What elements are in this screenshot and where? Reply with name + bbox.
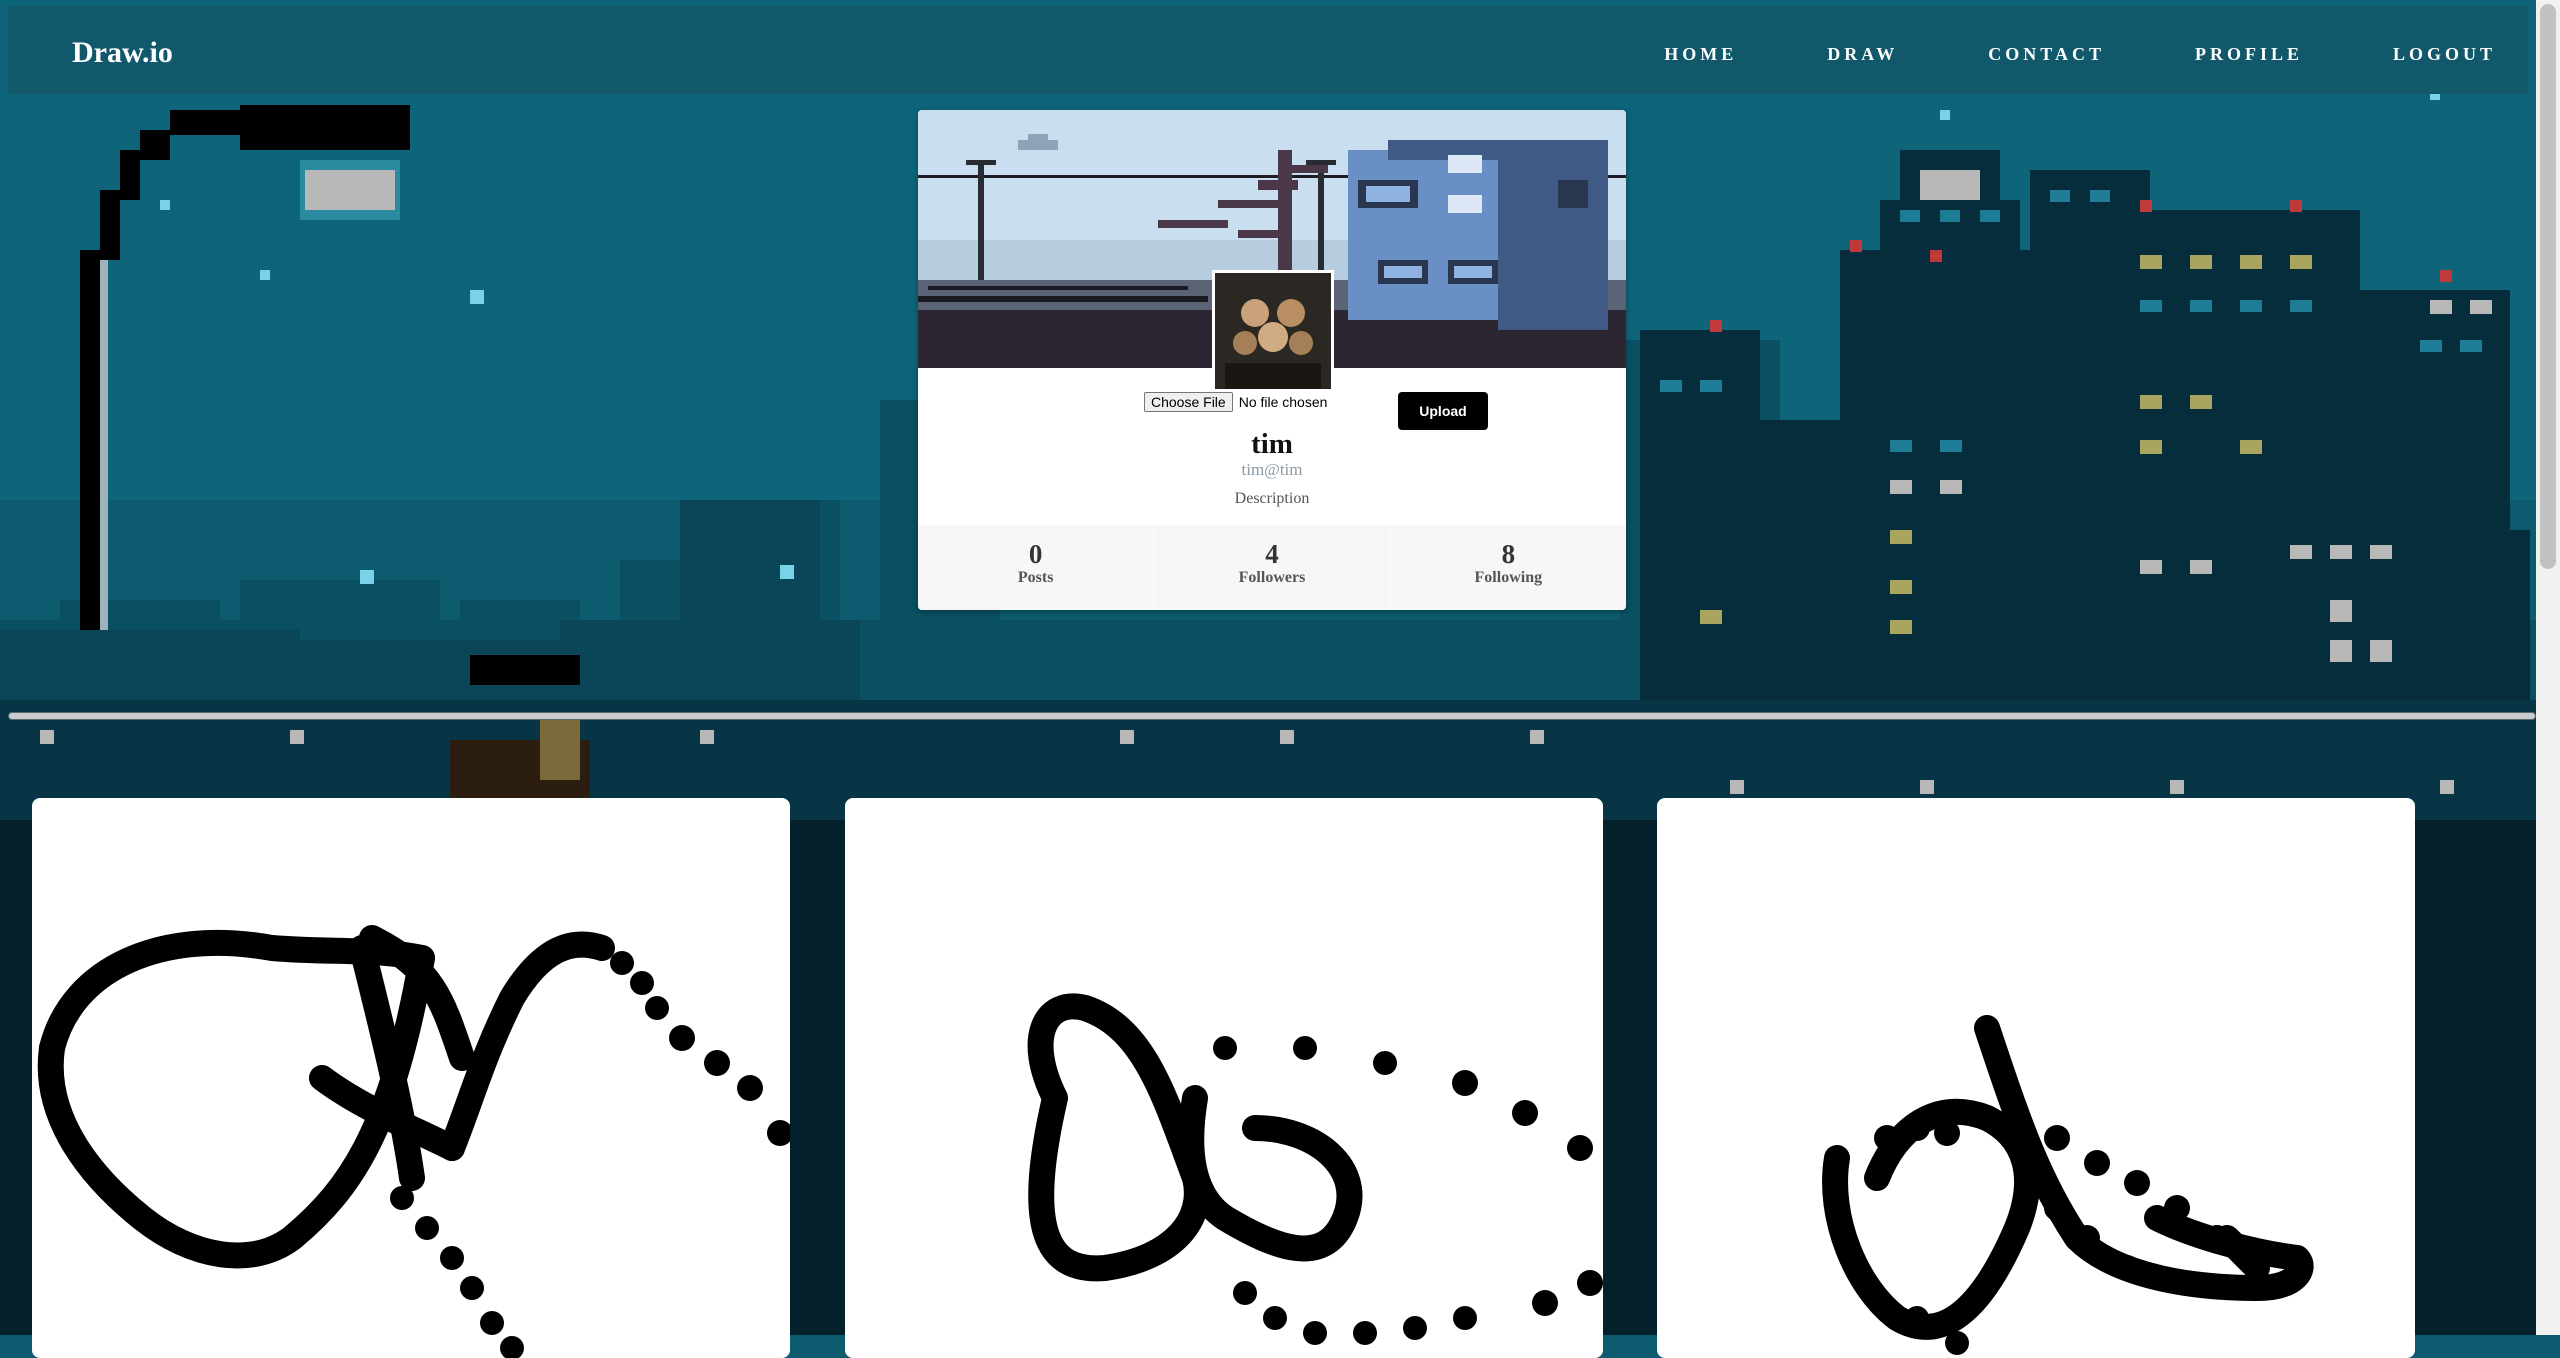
- navbar: Draw.io HOME DRAW CONTACT PROFILE LOGOUT: [8, 6, 2528, 94]
- nav-profile-link[interactable]: PROFILE: [2195, 44, 2303, 65]
- brand-logo[interactable]: Draw.io: [72, 36, 173, 70]
- avatar: [1212, 270, 1334, 392]
- drawing-1-canvas: [37, 925, 790, 1358]
- nav-logout-link[interactable]: LOGOUT: [2393, 44, 2496, 65]
- profile-name: tim: [1251, 428, 1293, 460]
- stat-posts-label: Posts: [1017, 569, 1054, 586]
- scrollbar-thumb[interactable]: [2540, 4, 2556, 569]
- stat-followers-value: 4: [1265, 539, 1279, 569]
- drawing-card[interactable]: [32, 798, 790, 1358]
- nav-home-link[interactable]: HOME: [1664, 44, 1737, 65]
- file-input: Choose File No file chosen: [1144, 392, 1327, 412]
- stat-followers[interactable]: 4 Followers: [1154, 525, 1391, 610]
- profile-card: Choose File No file chosen Upload tim ti…: [918, 110, 1626, 610]
- profile-stats: 0 Posts 4 Followers 8 Following: [918, 525, 1626, 610]
- profile-email: tim@tim: [1241, 460, 1303, 479]
- drawing-card[interactable]: [845, 798, 1603, 1358]
- stat-posts[interactable]: 0 Posts: [918, 525, 1155, 610]
- stat-following-value: 8: [1501, 539, 1516, 569]
- drawing-2-canvas: [1027, 993, 1603, 1345]
- choose-file-button[interactable]: Choose File: [1144, 392, 1233, 412]
- file-status-text: No file chosen: [1238, 394, 1328, 410]
- nav-draw-link[interactable]: DRAW: [1827, 44, 1898, 65]
- nav-links: HOME DRAW CONTACT PROFILE LOGOUT: [1574, 44, 2496, 65]
- upload-button[interactable]: Upload: [1398, 392, 1488, 430]
- drawing-card[interactable]: [1657, 798, 2415, 1358]
- nav-contact-link[interactable]: CONTACT: [1988, 44, 2105, 65]
- album-cover-image: [1215, 273, 1331, 389]
- stat-following[interactable]: 8 Following: [1391, 525, 1626, 610]
- stat-posts-value: 0: [1028, 539, 1043, 569]
- profile-description: Description: [1234, 490, 1310, 507]
- stat-followers-label: Followers: [1238, 569, 1306, 586]
- stat-following-label: Following: [1474, 569, 1543, 586]
- section-divider: [8, 712, 2536, 720]
- drawing-3-canvas: [1822, 1015, 2314, 1355]
